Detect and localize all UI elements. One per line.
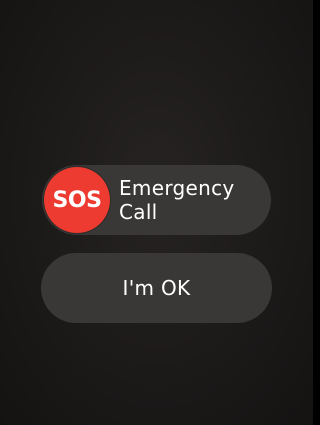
- emergency-call-slider[interactable]: SOS Emergency Call: [42, 165, 271, 235]
- emergency-call-label: Emergency Call: [119, 176, 259, 224]
- emergency-call-label-line1: Emergency: [119, 176, 235, 200]
- im-ok-button-label: I'm OK: [122, 276, 191, 300]
- im-ok-button[interactable]: I'm OK: [41, 253, 272, 323]
- sos-slider-knob[interactable]: SOS: [44, 167, 110, 233]
- sos-knob-label: SOS: [52, 187, 102, 213]
- emergency-call-label-line2: Call: [119, 200, 158, 224]
- sos-screen: SOS Emergency Call I'm OK: [0, 0, 313, 425]
